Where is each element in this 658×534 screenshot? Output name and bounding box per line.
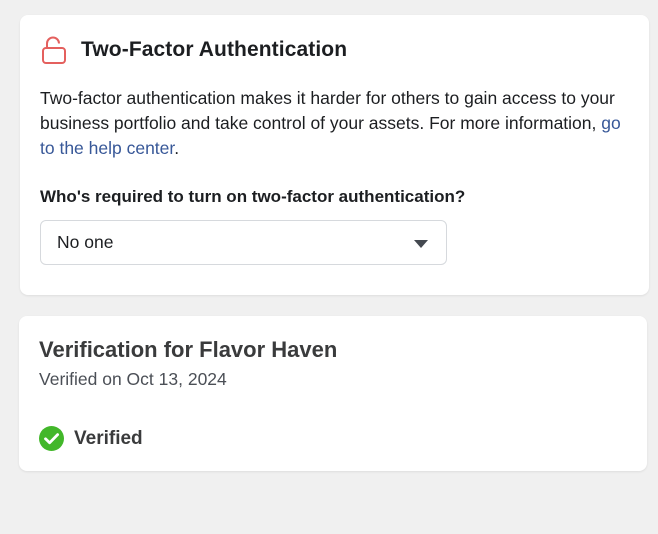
verified-status-label: Verified: [74, 427, 143, 449]
caret-down-icon: [414, 240, 428, 248]
verification-date: Verified on Oct 13, 2024: [39, 369, 227, 389]
verification-card: Verification for Flavor Haven Verified o…: [19, 316, 647, 471]
description-text: Two-factor authentication makes it harde…: [40, 88, 615, 133]
two-factor-card: Two-Factor Authentication Two-factor aut…: [20, 15, 649, 295]
two-factor-question: Who's required to turn on two-factor aut…: [40, 187, 466, 206]
two-factor-description: Two-factor authentication makes it harde…: [40, 86, 640, 161]
select-value: No one: [57, 232, 114, 252]
unlocked-padlock-icon: [40, 35, 68, 65]
two-factor-header: Two-Factor Authentication: [40, 35, 347, 65]
verification-title: Verification for Flavor Haven: [39, 337, 338, 362]
verification-status: Verified: [39, 426, 143, 451]
two-factor-title: Two-Factor Authentication: [81, 38, 348, 61]
two-factor-requirement-select[interactable]: No one: [40, 220, 447, 265]
description-period: .: [174, 138, 180, 158]
check-circle-icon: [39, 426, 64, 451]
